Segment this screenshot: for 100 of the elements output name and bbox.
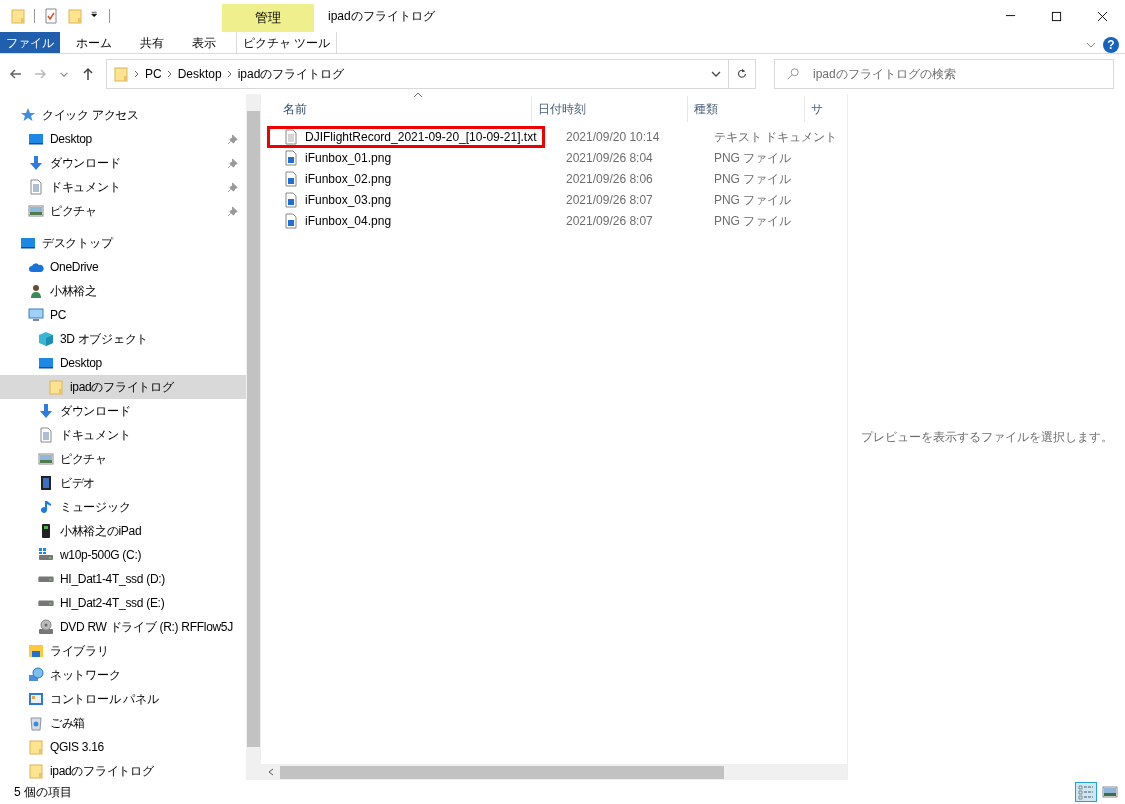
scroll-left-icon — [267, 767, 275, 777]
help-button[interactable]: ? — [1101, 32, 1121, 58]
search-icon — [786, 67, 800, 81]
nav-item[interactable]: ダウンロード — [0, 399, 246, 423]
drive-icon — [38, 576, 54, 582]
chevron-icon — [133, 70, 141, 78]
desktop-icon — [20, 235, 36, 251]
preview-message: プレビューを表示するファイルを選択します。 — [860, 429, 1113, 446]
file-name[interactable]: iFunbox_02.png — [261, 169, 392, 188]
picture-icon — [1102, 784, 1118, 800]
list-icon — [1078, 784, 1094, 800]
column-header[interactable]: 名前 — [261, 96, 533, 122]
nav-item[interactable]: ダウンロード — [0, 151, 246, 175]
nav-item[interactable]: Desktop — [0, 127, 246, 151]
file-type: PNG ファイル — [712, 170, 793, 188]
nav-item[interactable]: ピクチャ — [0, 447, 246, 471]
pin-icon — [227, 205, 238, 217]
chevron-icon — [165, 70, 174, 78]
disc-drive-icon — [38, 619, 54, 635]
star-icon — [20, 107, 36, 123]
file-date: 2021/09/20 10:14 — [565, 128, 661, 146]
ribbon-tab[interactable]: 共有 — [128, 32, 176, 53]
nav-item[interactable]: デスクトップ — [0, 231, 246, 255]
nav-item[interactable]: ライブラリ — [0, 639, 246, 663]
nav-item[interactable]: w10p-500G (C:) — [0, 543, 246, 567]
nav-item[interactable]: OneDrive — [0, 255, 246, 279]
properties-icon — [43, 8, 59, 24]
nav-item[interactable]: クイック アクセス — [0, 103, 246, 127]
nav-item[interactable]: Desktop — [0, 351, 246, 375]
file-name[interactable]: iFunbox_04.png — [261, 211, 392, 230]
nav-item[interactable]: ごみ箱 — [0, 711, 246, 735]
nav-item[interactable]: コントロール パネル — [0, 687, 246, 711]
picture-icon — [28, 203, 44, 219]
nav-item[interactable]: PC — [0, 303, 246, 327]
breadcrumb[interactable]: ipadのフライトログ — [233, 65, 349, 83]
search-field[interactable]: ipadのフライトログの検索 — [774, 59, 1114, 89]
drive-icon — [38, 547, 54, 563]
image-file-icon — [283, 149, 299, 166]
file-type: PNG ファイル — [712, 191, 793, 209]
ribbon-tab[interactable]: ファイル — [0, 32, 60, 53]
folder-icon — [113, 66, 129, 82]
picture-icon — [38, 451, 54, 467]
ribbon-tab[interactable]: 表示 — [180, 32, 228, 53]
folder-icon — [67, 8, 83, 24]
nav-item[interactable]: ビデオ — [0, 471, 246, 495]
down-arrow-icon — [28, 155, 44, 171]
folder-icon — [48, 379, 64, 395]
trash-icon — [28, 715, 44, 731]
file-date: 2021/09/26 8:04 — [565, 149, 654, 167]
nav-item[interactable]: ドキュメント — [0, 175, 246, 199]
breadcrumb[interactable]: PC — [141, 65, 166, 83]
sort-caret-icon — [413, 92, 423, 98]
nav-item[interactable]: ピクチャ — [0, 199, 246, 223]
file-type: PNG ファイル — [712, 212, 793, 230]
chevron-icon — [710, 69, 721, 79]
file-name[interactable]: iFunbox_01.png — [261, 148, 392, 167]
nav-item[interactable]: HI_Dat1-4T_ssd (D:) — [0, 567, 246, 591]
column-header[interactable]: 日付時刻 — [532, 96, 689, 122]
document-icon — [38, 427, 54, 443]
nav-item[interactable]: ipadのフライトログ — [0, 375, 246, 399]
column-header[interactable]: サ — [805, 96, 847, 122]
file-name[interactable]: DJIFlightRecord_2021-09-20_[10-09-21].txt — [267, 125, 546, 148]
down-arrow-icon — [38, 403, 54, 419]
nav-item[interactable]: HI_Dat2-4T_ssd (E:) — [0, 591, 246, 615]
chevron-icon — [225, 70, 234, 78]
person-icon — [28, 283, 44, 299]
text-file-icon — [283, 128, 299, 145]
cube-icon — [38, 331, 54, 347]
chevron-icon — [1086, 40, 1096, 50]
window-title: ipadのフライトログ — [327, 8, 435, 25]
address-bar[interactable]: PC Desktop ipadのフライトログ — [106, 59, 756, 89]
nav-item[interactable]: ミュージック — [0, 495, 246, 519]
drive-icon — [38, 600, 54, 606]
nav-item[interactable]: 小林裕之 — [0, 279, 246, 303]
scrollbar[interactable] — [261, 764, 847, 780]
control-panel-icon — [28, 691, 44, 707]
nav-item[interactable]: 小林裕之のiPad — [0, 519, 246, 543]
breadcrumb[interactable]: Desktop — [173, 65, 226, 83]
image-file-icon — [283, 212, 299, 229]
ribbon-tab[interactable]: ピクチャ ツール — [236, 32, 338, 53]
refresh-icon — [735, 67, 749, 81]
nav-item[interactable]: ネットワーク — [0, 663, 246, 687]
nav-item[interactable]: QGIS 3.16 — [0, 735, 246, 759]
context-tab-group: 管理 — [222, 4, 314, 32]
column-header[interactable]: 種類 — [688, 96, 805, 122]
nav-item[interactable]: ドキュメント — [0, 423, 246, 447]
image-file-icon — [283, 191, 299, 208]
ribbon-tab[interactable]: ホーム — [64, 32, 124, 53]
nav-item[interactable]: ipadのフライトログ — [0, 759, 246, 783]
file-type: テキスト ドキュメント — [712, 128, 839, 146]
document-icon — [28, 179, 44, 195]
pin-icon — [227, 181, 238, 193]
nav-item[interactable]: 3D オブジェクト — [0, 327, 246, 351]
nav-item[interactable]: DVD RW ドライブ (R:) RFFlow5J — [0, 615, 246, 639]
file-name[interactable]: iFunbox_03.png — [261, 190, 392, 209]
item-count: 5 個の項目 — [14, 784, 72, 801]
monitor-icon — [28, 307, 44, 323]
scrollbar[interactable] — [246, 94, 261, 780]
maximize-icon — [1050, 10, 1062, 22]
library-icon — [28, 643, 44, 659]
